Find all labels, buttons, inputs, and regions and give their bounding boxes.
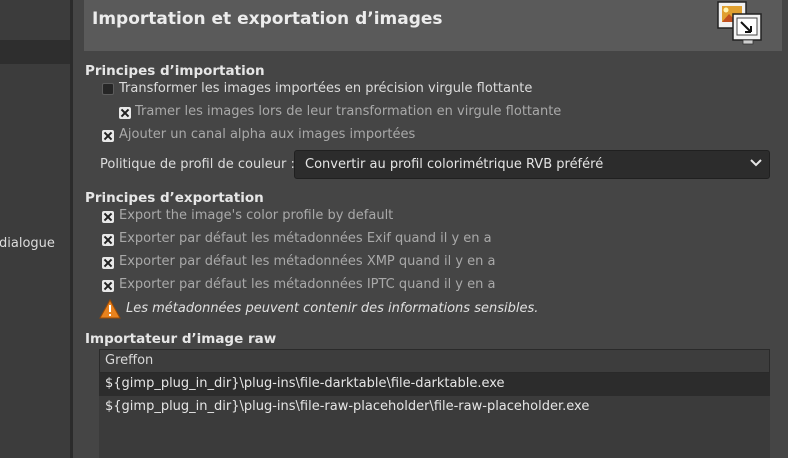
image-import-export-icon [717, 1, 762, 45]
export-color-profile-label[interactable]: Export the image's color profile by defa… [119, 208, 393, 223]
export-xmp-checkbox[interactable] [102, 257, 114, 269]
dither-label[interactable]: Tramer les images lors de leur transform… [135, 104, 561, 119]
float-precision-checkbox[interactable] [102, 83, 114, 95]
sidebar [0, 0, 70, 458]
raw-section-title: Importateur d’image raw [85, 331, 277, 347]
alpha-channel-label[interactable]: Ajouter un canal alpha aux images import… [119, 127, 415, 142]
export-iptc-checkbox[interactable] [102, 280, 114, 292]
color-profile-policy-label: Politique de profil de couleur : [100, 157, 295, 172]
pane-divider[interactable] [70, 0, 73, 458]
float-precision-label[interactable]: Transformer les images importées en préc… [119, 81, 532, 96]
export-section-title: Principes d’exportation [85, 190, 264, 206]
raw-list-column-header[interactable] [99, 349, 770, 373]
page-title: Importation et exportation d’images [92, 9, 443, 29]
export-exif-checkbox[interactable] [102, 234, 114, 246]
import-section-title: Principes d’importation [85, 63, 265, 79]
alpha-channel-checkbox[interactable] [102, 130, 114, 142]
chevron-down-icon[interactable] [748, 155, 764, 171]
color-profile-policy-value: Convertir au profil colorimétrique RVB p… [305, 157, 604, 172]
sidebar-item-dialogue-label[interactable]: dialogue [0, 236, 55, 251]
export-exif-label[interactable]: Exporter par défaut les métadonnées Exif… [119, 231, 492, 246]
export-color-profile-checkbox[interactable] [102, 211, 114, 223]
raw-list-column-header-label: Greffon [105, 353, 154, 368]
export-xmp-label[interactable]: Exporter par défaut les métadonnées XMP … [119, 254, 496, 269]
list-item[interactable]: ${gimp_plug_in_dir}\plug-ins\file-raw-pl… [105, 399, 589, 414]
warning-icon [99, 299, 121, 319]
export-iptc-label[interactable]: Exporter par défaut les métadonnées IPTC… [119, 277, 495, 292]
dither-checkbox[interactable] [119, 107, 131, 119]
sidebar-selected-item[interactable] [0, 40, 70, 64]
list-item[interactable]: ${gimp_plug_in_dir}\plug-ins\file-darkta… [105, 376, 505, 391]
metadata-warning-text: Les métadonnées peuvent contenir des inf… [126, 301, 539, 316]
